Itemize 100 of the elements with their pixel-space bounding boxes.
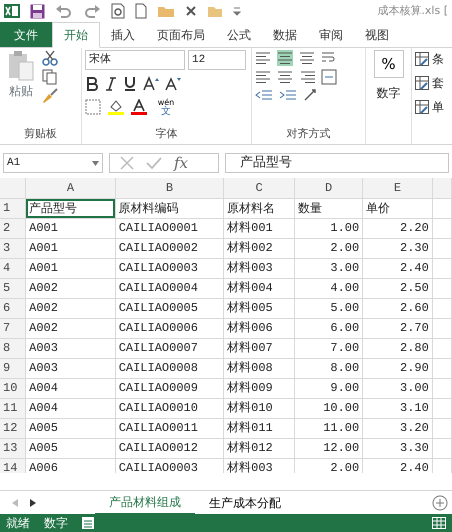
font-name-field[interactable]: 宋体 bbox=[85, 50, 185, 70]
table-style-icon[interactable] bbox=[415, 52, 429, 66]
row-header[interactable]: 3 bbox=[0, 238, 26, 258]
bold-icon[interactable] bbox=[85, 76, 99, 90]
table-cell[interactable]: CAILIAO0002 bbox=[115, 238, 224, 258]
table-cell[interactable]: CAILIAO0012 bbox=[115, 438, 224, 458]
row-header[interactable]: 6 bbox=[0, 298, 26, 318]
table-cell[interactable]: 数量 bbox=[294, 198, 363, 218]
row-header[interactable]: 7 bbox=[0, 318, 26, 338]
align-top-icon[interactable] bbox=[255, 50, 271, 66]
table-cell[interactable]: 材料004 bbox=[224, 278, 294, 298]
table-cell[interactable]: 3.10 bbox=[362, 398, 432, 418]
table-cell[interactable]: CAILIAO0001 bbox=[115, 218, 224, 238]
print-preview-icon[interactable] bbox=[111, 3, 125, 19]
table-cell[interactable]: A004 bbox=[26, 378, 116, 398]
insert-function-button[interactable]: fx bbox=[174, 152, 188, 174]
shrink-font-icon[interactable] bbox=[165, 76, 181, 91]
increase-indent-icon[interactable] bbox=[279, 88, 297, 102]
number-format-button[interactable]: % bbox=[374, 50, 404, 78]
row-header[interactable]: 2 bbox=[0, 218, 26, 238]
table-cell[interactable]: 材料008 bbox=[224, 358, 294, 378]
close-icon[interactable] bbox=[185, 5, 197, 17]
table-cell[interactable]: 材料003 bbox=[224, 258, 294, 278]
column-header[interactable]: D bbox=[294, 178, 363, 198]
underline-icon[interactable] bbox=[123, 76, 137, 91]
ribbon-tab[interactable]: 页面布局 bbox=[146, 22, 216, 47]
table-cell[interactable]: 2.00 bbox=[294, 458, 363, 473]
table-cell[interactable]: 8.00 bbox=[294, 358, 363, 378]
font-color-icon[interactable] bbox=[131, 99, 147, 115]
table-style-icon[interactable] bbox=[415, 76, 429, 90]
table-cell[interactable]: 3.00 bbox=[294, 258, 363, 278]
table-cell[interactable]: 材料012 bbox=[224, 438, 294, 458]
row-header[interactable]: 14 bbox=[0, 458, 26, 473]
table-cell[interactable]: 4.00 bbox=[294, 278, 363, 298]
table-cell[interactable]: A005 bbox=[26, 438, 116, 458]
table-cell[interactable]: 材料002 bbox=[224, 238, 294, 258]
row-header[interactable]: 11 bbox=[0, 398, 26, 418]
table-cell[interactable]: 5.00 bbox=[294, 298, 363, 318]
column-header[interactable]: B bbox=[115, 178, 224, 198]
table-cell[interactable]: CAILIAO0003 bbox=[115, 258, 224, 278]
styles-label[interactable]: 单 bbox=[432, 98, 444, 116]
align-left-icon[interactable] bbox=[255, 69, 271, 85]
column-header[interactable]: A bbox=[26, 178, 116, 198]
table-cell[interactable]: CAILIAO0007 bbox=[115, 338, 224, 358]
table-cell[interactable]: A002 bbox=[26, 318, 116, 338]
italic-icon[interactable] bbox=[105, 76, 117, 90]
table-cell[interactable]: 材料006 bbox=[224, 318, 294, 338]
table-cell[interactable]: 2.60 bbox=[362, 298, 432, 318]
table-cell[interactable]: A005 bbox=[26, 418, 116, 438]
undo-icon[interactable] bbox=[55, 4, 73, 18]
fill-color-icon[interactable] bbox=[107, 99, 125, 115]
table-cell[interactable]: 单价 bbox=[362, 198, 432, 218]
table-cell[interactable]: 2.00 bbox=[294, 238, 363, 258]
align-center-icon[interactable] bbox=[277, 69, 293, 85]
table-cell[interactable]: 2.50 bbox=[362, 278, 432, 298]
align-middle-icon[interactable] bbox=[277, 50, 293, 66]
dropdown-icon[interactable] bbox=[92, 160, 99, 166]
phonetic-button[interactable]: wén 文 bbox=[153, 97, 179, 117]
merge-icon[interactable] bbox=[321, 69, 337, 85]
table-cell[interactable]: 2.70 bbox=[362, 318, 432, 338]
table-cell[interactable]: 2.90 bbox=[362, 358, 432, 378]
table-cell[interactable]: 材料010 bbox=[224, 398, 294, 418]
column-header[interactable]: E bbox=[362, 178, 432, 198]
ribbon-tab[interactable]: 公式 bbox=[216, 22, 262, 47]
ribbon-tab[interactable]: 开始 bbox=[52, 22, 100, 48]
row-header[interactable]: 13 bbox=[0, 438, 26, 458]
grow-font-icon[interactable] bbox=[143, 76, 159, 91]
table-cell[interactable]: 3.00 bbox=[362, 378, 432, 398]
row-header[interactable]: 4 bbox=[0, 258, 26, 278]
border-icon[interactable] bbox=[85, 99, 101, 115]
table-cell[interactable]: 9.00 bbox=[294, 378, 363, 398]
table-cell[interactable]: CAILIAO0011 bbox=[115, 418, 224, 438]
row-header[interactable]: 9 bbox=[0, 358, 26, 378]
table-cell[interactable]: 2.40 bbox=[362, 458, 432, 473]
table-cell[interactable]: CAILIAO0009 bbox=[115, 378, 224, 398]
table-cell[interactable]: CAILIAO0008 bbox=[115, 358, 224, 378]
table-style-icon[interactable] bbox=[415, 100, 429, 114]
table-cell[interactable]: 1.00 bbox=[294, 218, 363, 238]
formula-field[interactable]: 产品型号 bbox=[225, 153, 449, 173]
redo-icon[interactable] bbox=[83, 4, 101, 18]
table-cell[interactable]: 3.20 bbox=[362, 418, 432, 438]
table-cell[interactable]: CAILIAO0003 bbox=[115, 458, 224, 473]
table-cell[interactable]: 材料001 bbox=[224, 218, 294, 238]
table-cell[interactable]: 2.80 bbox=[362, 338, 432, 358]
align-right-icon[interactable] bbox=[299, 69, 315, 85]
table-cell[interactable]: A001 bbox=[26, 218, 116, 238]
table-cell[interactable]: 原材料名 bbox=[224, 198, 294, 218]
table-cell[interactable]: 10.00 bbox=[294, 398, 363, 418]
table-cell[interactable]: 11.00 bbox=[294, 418, 363, 438]
table-cell[interactable]: A002 bbox=[26, 278, 116, 298]
table-cell[interactable]: A002 bbox=[26, 298, 116, 318]
ribbon-tab[interactable]: 文件 bbox=[0, 22, 52, 47]
table-cell[interactable]: 原材料编码 bbox=[115, 198, 224, 218]
font-size-field[interactable]: 12 bbox=[188, 50, 246, 70]
table-cell[interactable]: CAILIAO0010 bbox=[115, 398, 224, 418]
table-cell[interactable]: 2.40 bbox=[362, 258, 432, 278]
table-cell[interactable]: 3.30 bbox=[362, 438, 432, 458]
table-cell[interactable]: 材料003 bbox=[224, 458, 294, 473]
table-cell[interactable]: 7.00 bbox=[294, 338, 363, 358]
ribbon-tab[interactable]: 审阅 bbox=[308, 22, 354, 47]
